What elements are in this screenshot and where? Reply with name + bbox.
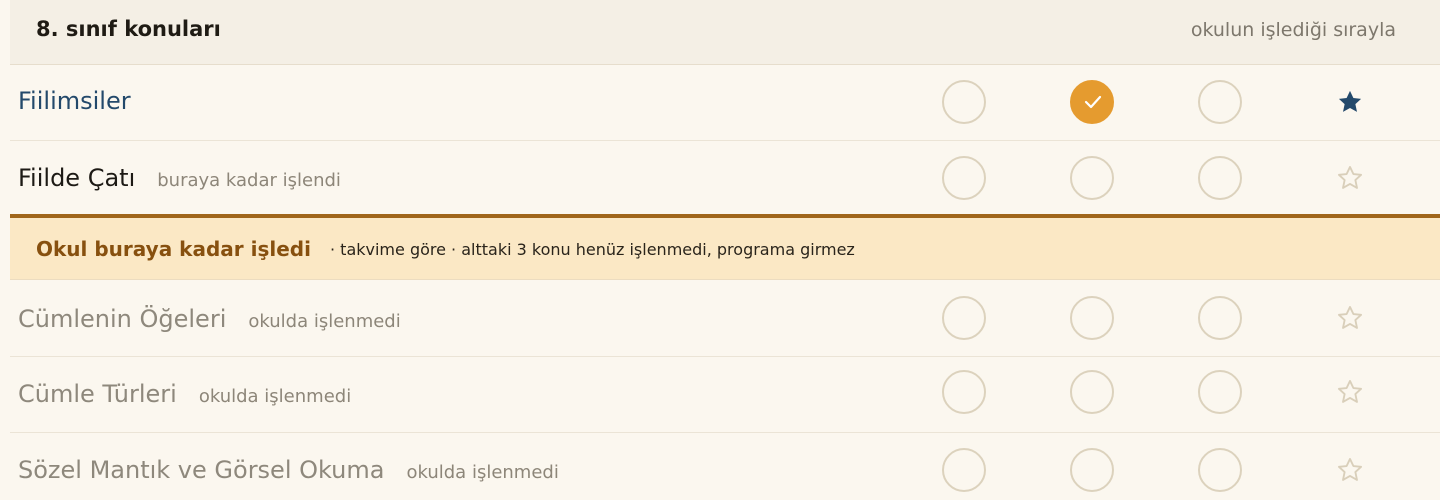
- status-circle-2[interactable]: [1070, 370, 1114, 414]
- topic-row[interactable]: Sözel Mantık ve Görsel Okuma okulda işlen…: [10, 433, 1440, 500]
- status-circle-2[interactable]: [1070, 448, 1114, 492]
- status-circle-1[interactable]: [942, 448, 986, 492]
- star-outline-icon[interactable]: [1336, 164, 1364, 192]
- status-circle-1[interactable]: [942, 296, 986, 340]
- status-circle-1[interactable]: [942, 370, 986, 414]
- topic-name: Fiilde Çatı: [18, 164, 136, 192]
- topic-note: okulda işlenmedi: [198, 386, 352, 407]
- banner-note: · takvime göre · alttaki 3 konu henüz iş…: [330, 240, 855, 259]
- panel-header: 8. sınıf konuları okulun işlediği sırayl…: [10, 0, 1440, 65]
- status-circle-3[interactable]: [1198, 370, 1242, 414]
- topic-name: Cümle Türleri: [18, 380, 177, 408]
- star-outline-icon[interactable]: [1336, 456, 1364, 484]
- status-circle-2[interactable]: [1070, 296, 1114, 340]
- status-circle-1[interactable]: [942, 80, 986, 124]
- topic-row[interactable]: Fiilimsiler: [10, 65, 1440, 141]
- status-circle-3[interactable]: [1198, 448, 1242, 492]
- topic-row[interactable]: Fiilde Çatı buraya kadar işlendi: [10, 141, 1440, 215]
- topic-list-panel: 8. sınıf konuları okulun işlediği sırayl…: [0, 0, 1440, 500]
- panel-title: 8. sınıf konuları: [36, 17, 221, 41]
- status-circle-2[interactable]: [1070, 156, 1114, 200]
- topic-name: Sözel Mantık ve Görsel Okuma: [18, 456, 385, 484]
- status-circle-2-checked[interactable]: [1070, 80, 1114, 124]
- status-circle-3[interactable]: [1198, 296, 1242, 340]
- progress-marker-banner: Okul buraya kadar işledi · takvime göre …: [10, 214, 1440, 280]
- topic-row[interactable]: Cümle Türleri okulda işlenmedi: [10, 357, 1440, 433]
- star-outline-icon[interactable]: [1336, 378, 1364, 406]
- star-filled-icon[interactable]: [1336, 88, 1364, 116]
- banner-title: Okul buraya kadar işledi: [36, 237, 311, 261]
- star-outline-icon[interactable]: [1336, 304, 1364, 332]
- topic-row[interactable]: Cümlenin Öğeleri okulda işlenmedi: [10, 281, 1440, 357]
- topic-note: okulda işlenmedi: [248, 311, 401, 332]
- sort-order-label: okulun işlediği sırayla: [1190, 19, 1396, 41]
- status-circle-3[interactable]: [1198, 156, 1242, 200]
- check-icon: [1084, 95, 1102, 109]
- status-circle-1[interactable]: [942, 156, 986, 200]
- topic-name: Fiilimsiler: [18, 87, 131, 115]
- topic-name: Cümlenin Öğeleri: [18, 305, 227, 333]
- topic-note: buraya kadar işlendi: [157, 170, 341, 191]
- topic-note: okulda işlenmedi: [406, 462, 559, 483]
- status-circle-3[interactable]: [1198, 80, 1242, 124]
